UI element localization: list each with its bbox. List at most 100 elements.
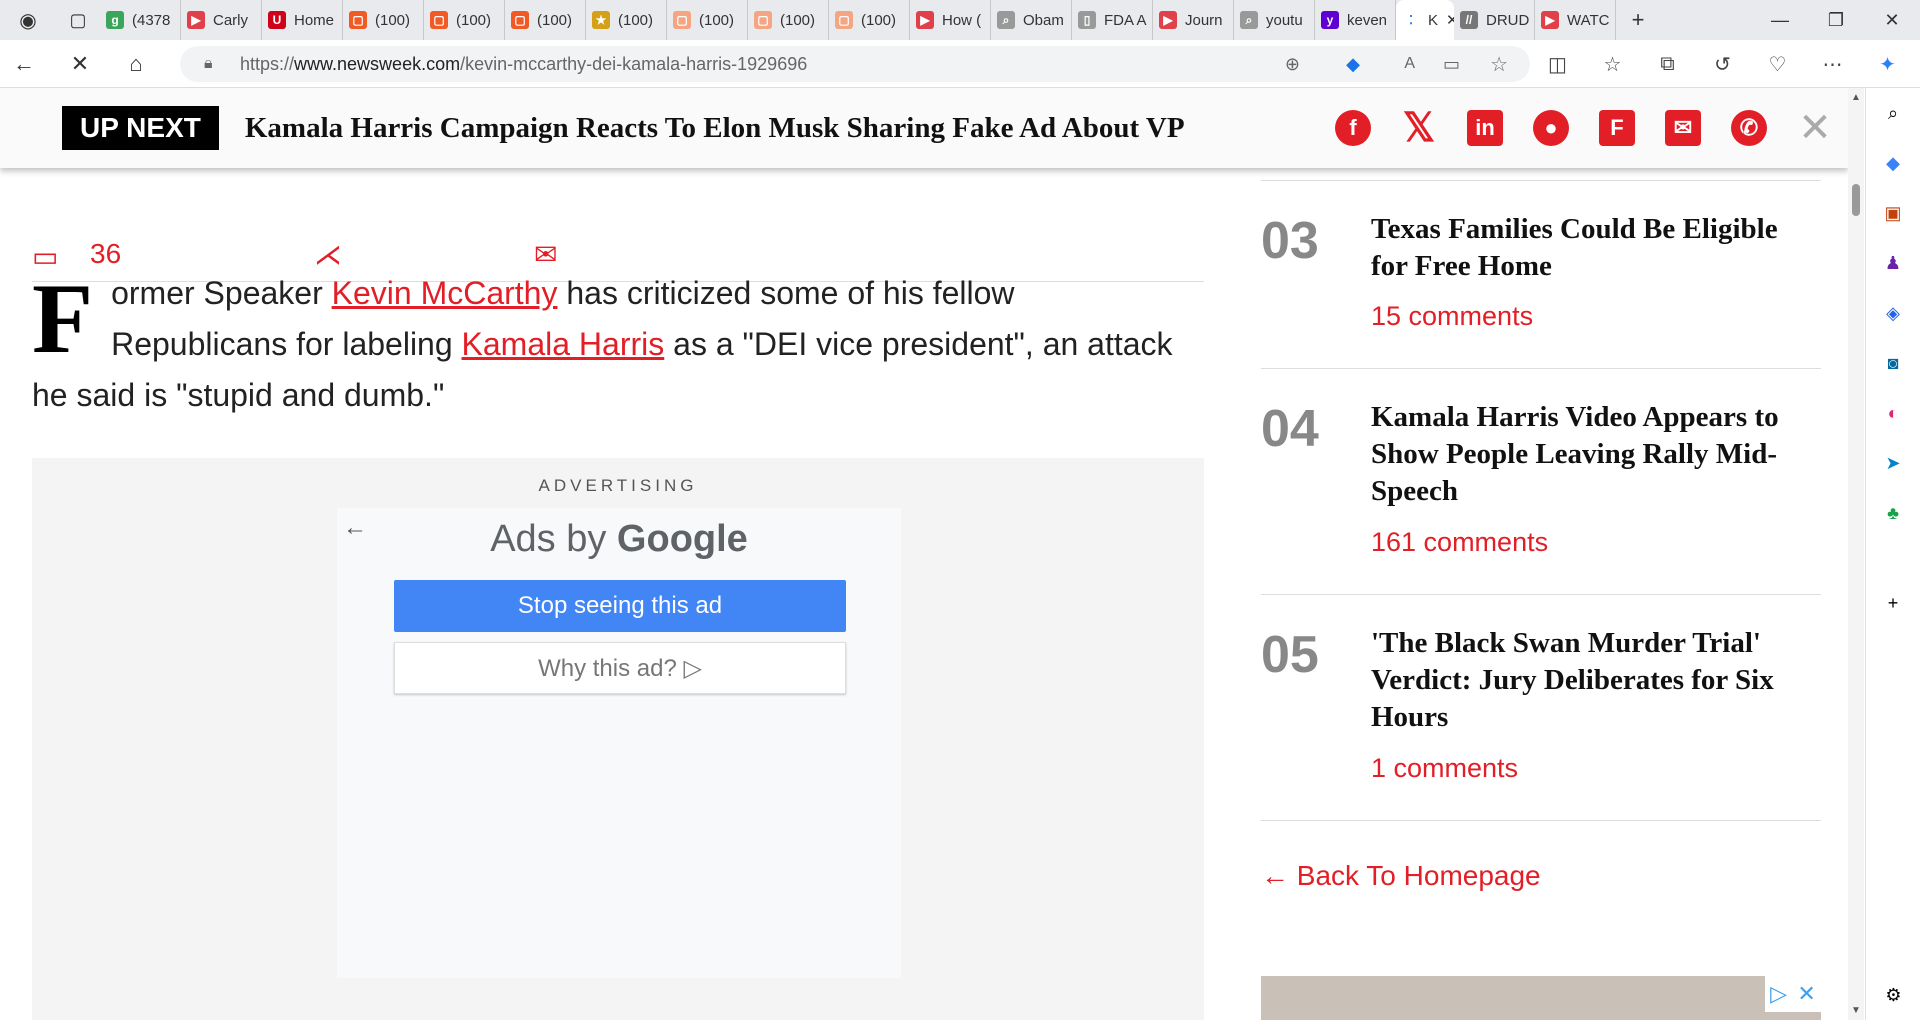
shopping-icon[interactable]: ◆ bbox=[1346, 54, 1360, 75]
comment-count[interactable]: 36 bbox=[90, 238, 121, 270]
browser-tab[interactable]: ▶ Journ bbox=[1153, 0, 1234, 40]
sidebar-tree-icon[interactable]: ♣ bbox=[1866, 488, 1920, 538]
linkedin-icon: in bbox=[1467, 110, 1503, 146]
rail-title[interactable]: 'The Black Swan Murder Trial' Verdict: J… bbox=[1371, 625, 1811, 736]
browser-tab[interactable]: ▢ (100) bbox=[505, 0, 586, 40]
page-scrollbar[interactable]: ▲ ▼ bbox=[1848, 88, 1864, 1020]
scrollbar-thumb[interactable] bbox=[1852, 184, 1860, 216]
linkedin-share-button[interactable]: in bbox=[1452, 88, 1518, 168]
share-icon[interactable]: ⋌ bbox=[314, 238, 342, 271]
browser-tab[interactable]: ▶ WATC bbox=[1535, 0, 1616, 40]
url-host: www.newsweek.com bbox=[294, 53, 461, 74]
reddit-icon: ● bbox=[1533, 110, 1569, 146]
sidebar-outlook-icon[interactable]: ◙ bbox=[1866, 338, 1920, 388]
more-icon[interactable]: ⋯ bbox=[1805, 52, 1860, 77]
tab-actions-icon[interactable]: ▢ bbox=[56, 0, 100, 44]
tab-label: WATC bbox=[1567, 11, 1610, 29]
new-tab-button[interactable]: + bbox=[1616, 0, 1660, 44]
tab-favicon-icon: g bbox=[106, 11, 124, 29]
browser-tab[interactable]: ▶ How ( bbox=[910, 0, 991, 40]
copilot-icon[interactable]: ✦ bbox=[1860, 52, 1915, 77]
immersive-reader-icon[interactable]: ▭ bbox=[1443, 54, 1460, 75]
browser-tab[interactable]: ⌕ youtu bbox=[1234, 0, 1315, 40]
rail-title[interactable]: Texas Families Could Be Eligible for Fre… bbox=[1371, 211, 1811, 285]
zoom-icon[interactable]: ⊕ bbox=[1285, 54, 1300, 75]
back-icon[interactable]: ← bbox=[0, 40, 48, 88]
whatsapp-share-button[interactable]: ✆ bbox=[1716, 88, 1782, 168]
sidebar-m365-icon[interactable]: ◈ bbox=[1866, 288, 1920, 338]
rail-item[interactable]: 05 'The Black Swan Murder Trial' Verdict… bbox=[1261, 594, 1821, 820]
sidebar-shopping-icon[interactable]: ◆ bbox=[1866, 138, 1920, 188]
favorite-star-icon[interactable]: ☆ bbox=[1490, 52, 1508, 77]
read-aloud-icon[interactable]: A bbox=[1404, 55, 1415, 73]
minimize-icon[interactable]: — bbox=[1752, 0, 1808, 40]
sidebar-games-icon[interactable]: ♟ bbox=[1866, 238, 1920, 288]
browser-tab[interactable]: ▢ (100) bbox=[667, 0, 748, 40]
kevin-mccarthy-link[interactable]: Kevin McCarthy bbox=[332, 275, 558, 311]
sidebar-settings-icon[interactable]: ⚙ bbox=[1866, 970, 1920, 1020]
tab-favicon-icon: ▢ bbox=[349, 11, 367, 29]
url-field[interactable]: 🔒︎ https://www.newsweek.com/kevin-mccart… bbox=[180, 46, 1530, 82]
sidebar-designer-icon[interactable]: ◐ bbox=[1866, 388, 1920, 438]
rail-title[interactable]: Kamala Harris Video Appears to Show Peop… bbox=[1371, 399, 1811, 510]
browser-tab[interactable]: ▯ FDA A bbox=[1072, 0, 1153, 40]
kamala-harris-link[interactable]: Kamala Harris bbox=[462, 326, 665, 362]
up-next-bar: UP NEXT Kamala Harris Campaign Reacts To… bbox=[0, 88, 1848, 168]
browser-tab[interactable]: U Home bbox=[262, 0, 343, 40]
sidebar-search-icon[interactable]: ⌕ bbox=[1866, 88, 1920, 138]
tab-label: K bbox=[1428, 11, 1439, 29]
close-tab-icon[interactable]: ✕ bbox=[1446, 11, 1454, 29]
tab-favicon-icon: ▶ bbox=[1159, 11, 1177, 29]
flipboard-share-button[interactable]: F bbox=[1584, 88, 1650, 168]
reddit-share-button[interactable]: ● bbox=[1518, 88, 1584, 168]
scroll-down-icon[interactable]: ▼ bbox=[1851, 1005, 1861, 1016]
sidebar-send-icon[interactable]: ➤ bbox=[1866, 438, 1920, 488]
close-window-icon[interactable]: ✕ bbox=[1864, 0, 1920, 40]
facebook-share-button[interactable]: f bbox=[1320, 88, 1386, 168]
browser-tab[interactable]: ▢ (100) bbox=[424, 0, 505, 40]
browser-tab[interactable]: ⌕ Obam bbox=[991, 0, 1072, 40]
rail-item[interactable]: 03 Texas Families Could Be Eligible for … bbox=[1261, 180, 1821, 368]
rail-comments[interactable]: 1 comments bbox=[1371, 753, 1518, 784]
tab-favicon-icon: ⌕ bbox=[1240, 11, 1258, 29]
favorites-icon[interactable]: ☆ bbox=[1585, 52, 1640, 77]
toolbar: ◫ ☆ ⧉ ↺ ♡ ⋯ ✦ bbox=[1530, 40, 1915, 88]
profile-icon[interactable]: ◉ bbox=[0, 0, 56, 44]
home-icon[interactable]: ⌂ bbox=[112, 40, 160, 88]
browser-tab[interactable]: ▢ (100) bbox=[343, 0, 424, 40]
sidebar-tools-icon[interactable]: ▣ bbox=[1866, 188, 1920, 238]
scroll-up-icon[interactable]: ▲ bbox=[1851, 92, 1861, 103]
close-up-next-button[interactable]: ✕ bbox=[1782, 88, 1848, 168]
browser-tab[interactable]: // DRUD bbox=[1454, 0, 1535, 40]
browser-tab[interactable]: ★ (100) bbox=[586, 0, 667, 40]
rail-comments[interactable]: 15 comments bbox=[1371, 301, 1533, 332]
browser-tab[interactable]: ⁚ K ✕ bbox=[1396, 0, 1454, 40]
rail-item[interactable]: 04 Kamala Harris Video Appears to Show P… bbox=[1261, 368, 1821, 594]
tab-list: g (4378 ▶ Carly U Home ▢ (100) ▢ (100) ▢ (100) ★ (100… bbox=[100, 0, 1616, 40]
adchoices-icon[interactable]: ▷ bbox=[1770, 981, 1787, 1007]
browser-tab[interactable]: g (4378 bbox=[100, 0, 181, 40]
email-article-icon[interactable]: ✉ bbox=[534, 238, 557, 271]
rail-comments[interactable]: 161 comments bbox=[1371, 527, 1548, 558]
x-share-button[interactable]: 𝕏 bbox=[1386, 88, 1452, 168]
browser-tab[interactable]: ▢ (100) bbox=[829, 0, 910, 40]
email-share-button[interactable]: ✉ bbox=[1650, 88, 1716, 168]
back-to-homepage-link[interactable]: ← Back To Homepage bbox=[1261, 860, 1541, 892]
browser-tab[interactable]: ▢ (100) bbox=[748, 0, 829, 40]
sidebar-add-icon[interactable]: + bbox=[1866, 578, 1920, 628]
browser-tab[interactable]: y keven bbox=[1315, 0, 1396, 40]
ad-close-icon[interactable]: ✕ bbox=[1797, 981, 1815, 1007]
split-screen-icon[interactable]: ◫ bbox=[1530, 52, 1585, 77]
collections-icon[interactable]: ⧉ bbox=[1640, 53, 1695, 76]
why-this-ad-button[interactable]: Why this ad? ▷ bbox=[394, 642, 846, 694]
restore-icon[interactable]: ❐ bbox=[1808, 0, 1864, 40]
browser-tab[interactable]: ▶ Carly bbox=[181, 0, 262, 40]
health-icon[interactable]: ♡ bbox=[1750, 52, 1805, 77]
up-next-label: UP NEXT bbox=[62, 106, 219, 150]
history-icon[interactable]: ↺ bbox=[1695, 52, 1750, 77]
stop-loading-icon[interactable]: ✕ bbox=[56, 40, 104, 88]
rail-ad-image[interactable]: ▷ ✕ bbox=[1261, 976, 1821, 1020]
rail-number: 05 bbox=[1261, 626, 1319, 684]
up-next-headline[interactable]: Kamala Harris Campaign Reacts To Elon Mu… bbox=[245, 112, 1185, 145]
stop-seeing-ad-button[interactable]: Stop seeing this ad bbox=[394, 580, 846, 632]
